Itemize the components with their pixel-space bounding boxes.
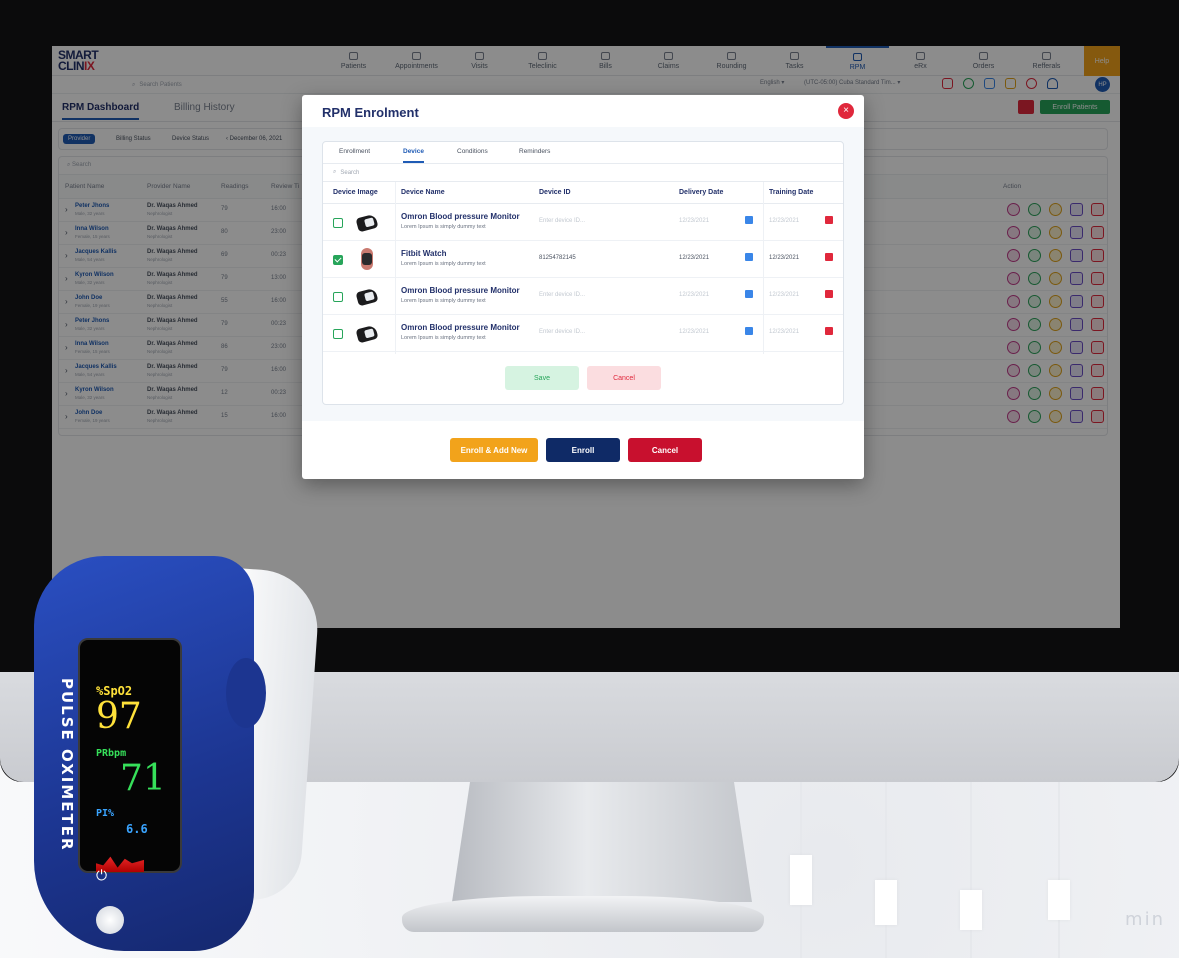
background-line: [1058, 782, 1060, 958]
enroll-and-add-new-button[interactable]: Enroll & Add New: [450, 438, 538, 462]
col-device-image: Device Image: [333, 189, 378, 196]
device-description: Lorem Ipsum is simply dummy text: [401, 261, 486, 267]
oximeter-power-button: [96, 906, 124, 934]
rpm-enrolment-modal: RPM Enrolment × Enrollment Device Condit…: [302, 95, 864, 479]
tab-device[interactable]: Device: [403, 148, 424, 163]
pi-value: 6.6: [126, 822, 148, 836]
tab-enrollment[interactable]: Enrollment: [339, 148, 370, 155]
monitor-stand-base: [402, 896, 764, 932]
background-line: [885, 782, 887, 958]
modal-body: Enrollment Device Conditions Reminders ⌕…: [302, 127, 864, 421]
device-search-placeholder: Search: [340, 169, 360, 176]
pr-value: 71: [120, 758, 166, 799]
device-name: Omron Blood pressure Monitor: [401, 212, 520, 221]
modal-title: RPM Enrolment: [322, 105, 419, 120]
enroll-button[interactable]: Enroll: [546, 438, 620, 462]
tab-conditions[interactable]: Conditions: [457, 148, 488, 155]
cancel-device-button[interactable]: Cancel: [587, 366, 661, 390]
device-description: Lorem Ipsum is simply dummy text: [401, 224, 486, 230]
spo2-value: 97: [96, 696, 142, 737]
tab-reminders[interactable]: Reminders: [519, 148, 550, 155]
cancel-button[interactable]: Cancel: [628, 438, 702, 462]
save-button[interactable]: Save: [505, 366, 579, 390]
calendar-icon[interactable]: [745, 253, 753, 261]
device-image: [355, 284, 379, 308]
smart-watch-image: [361, 248, 373, 270]
pulse-oximeter-photo: PULSE OXIMETER %SpO2 97 PRbpm 71 PI% 6.6…: [0, 548, 322, 958]
device-checkbox[interactable]: [333, 218, 343, 228]
delivery-date-field[interactable]: 12/23/2021: [679, 292, 709, 298]
calendar-icon[interactable]: [745, 290, 753, 298]
monitor-stand: [452, 782, 752, 902]
blood-pressure-cuff-image: [355, 324, 379, 344]
device-id-field[interactable]: Enter device ID...: [539, 292, 585, 298]
background-bar: [960, 890, 982, 930]
device-checkbox[interactable]: [333, 255, 343, 265]
calendar-icon[interactable]: [745, 327, 753, 335]
background-line: [970, 782, 972, 958]
calendar-icon[interactable]: [745, 216, 753, 224]
col-device-name: Device Name: [401, 189, 445, 196]
col-training-date: Training Date: [769, 189, 814, 196]
device-name: Omron Blood pressure Monitor: [401, 286, 520, 295]
device-id-field[interactable]: 81254782145: [539, 255, 576, 261]
device-description: Lorem Ipsum is simply dummy text: [401, 298, 486, 304]
training-date-field[interactable]: 12/23/2021: [769, 329, 799, 335]
oximeter-power-icon: ⏻: [96, 868, 108, 884]
device-row: Fitbit Watch Lorem Ipsum is simply dummy …: [323, 241, 843, 278]
oximeter-display: %SpO2 97 PRbpm 71 PI% 6.6: [78, 638, 182, 873]
background-bar: [790, 855, 812, 905]
device-card: Enrollment Device Conditions Reminders ⌕…: [322, 141, 844, 405]
training-date-field[interactable]: 12/23/2021: [769, 218, 799, 224]
delivery-date-field[interactable]: 12/23/2021: [679, 255, 709, 261]
device-image: [355, 247, 379, 271]
background-min-text: min: [1125, 909, 1165, 930]
device-search-input[interactable]: ⌕ Search: [323, 164, 843, 182]
device-name: Omron Blood pressure Monitor: [401, 323, 520, 332]
device-description: Lorem Ipsum is simply dummy text: [401, 335, 486, 341]
device-image: [355, 321, 379, 345]
training-date-field[interactable]: 12/23/2021: [769, 255, 799, 261]
col-delivery-date: Delivery Date: [679, 189, 724, 196]
device-image: [355, 210, 379, 234]
device-table-header: Device Image Device Name Device ID Deliv…: [323, 182, 843, 204]
col-device-id: Device ID: [539, 189, 571, 196]
calendar-icon[interactable]: [825, 216, 833, 224]
device-id-field[interactable]: Enter device ID...: [539, 329, 585, 335]
close-icon[interactable]: ×: [838, 103, 854, 119]
delivery-date-field[interactable]: 12/23/2021: [679, 329, 709, 335]
blood-pressure-cuff-image: [355, 287, 379, 307]
device-row: Omron Blood pressure Monitor Lorem Ipsum …: [323, 315, 843, 352]
device-row: Omron Blood pressure Monitor Lorem Ipsum …: [323, 204, 843, 241]
pi-label: PI%: [96, 808, 115, 819]
device-name: Fitbit Watch: [401, 249, 447, 258]
modal-tabs: Enrollment Device Conditions Reminders: [323, 142, 843, 164]
device-id-field[interactable]: Enter device ID...: [539, 218, 585, 224]
calendar-icon[interactable]: [825, 327, 833, 335]
delivery-date-field[interactable]: 12/23/2021: [679, 218, 709, 224]
device-row: Omron Blood pressure Monitor Lorem Ipsum …: [323, 278, 843, 315]
calendar-icon[interactable]: [825, 290, 833, 298]
device-checkbox[interactable]: [333, 329, 343, 339]
background-bar: [1048, 880, 1070, 920]
background-bar: [875, 880, 897, 925]
device-checkbox[interactable]: [333, 292, 343, 302]
training-date-field[interactable]: 12/23/2021: [769, 292, 799, 298]
search-icon: ⌕: [333, 169, 337, 175]
oximeter-label: PULSE OXIMETER: [58, 678, 76, 852]
calendar-icon[interactable]: [825, 253, 833, 261]
blood-pressure-cuff-image: [355, 213, 379, 233]
oximeter-side-button: [226, 658, 266, 728]
